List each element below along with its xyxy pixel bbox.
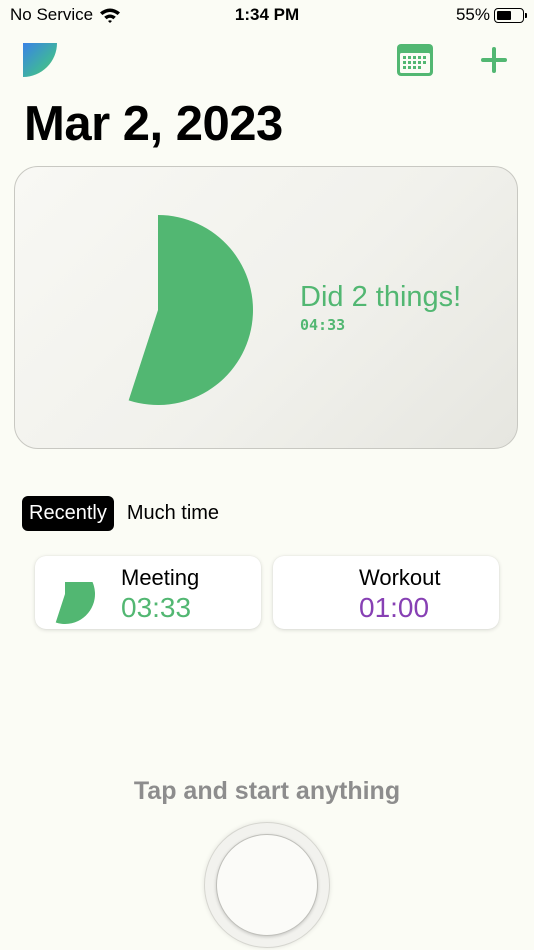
start-button[interactable] <box>204 822 330 948</box>
meeting-pie-icon <box>55 582 95 624</box>
workout-pie-icon <box>291 582 335 626</box>
activity-time: 03:33 <box>121 592 192 623</box>
calendar-icon <box>397 44 433 76</box>
activity-card-workout[interactable]: Workout 01:00 <box>273 556 499 629</box>
icon-slice-meeting <box>55 582 95 624</box>
status-bar: No Service 1:34 PM 55% <box>0 0 534 32</box>
start-button-inner <box>216 834 318 936</box>
status-time: 1:34 PM <box>234 5 300 24</box>
battery-percent: 55% <box>455 5 490 24</box>
tab-bar: Recently Much time <box>22 496 226 531</box>
activity-name: Workout <box>359 565 441 590</box>
pie-slice-meeting <box>128 215 253 405</box>
activity-card-meeting[interactable]: Meeting 03:33 <box>35 556 261 629</box>
calendar-button[interactable] <box>396 43 434 77</box>
tab-recently[interactable]: Recently <box>22 496 114 531</box>
status-right: 55% <box>455 5 527 25</box>
plus-icon <box>481 47 507 73</box>
summary-text: Did 2 things! 04:33 <box>300 281 461 334</box>
activity-name: Meeting <box>121 565 200 590</box>
summary-duration: 04:33 <box>300 316 346 334</box>
app-logo <box>23 43 57 77</box>
battery-tip <box>525 12 527 18</box>
battery-level <box>497 10 511 20</box>
add-button[interactable] <box>476 42 512 78</box>
tab-much-time[interactable]: Much time <box>120 496 226 531</box>
summary-card[interactable]: Did 2 things! 04:33 <box>14 166 518 449</box>
page-title: Mar 2, 2023 <box>24 97 283 151</box>
activity-time: 01:00 <box>359 592 430 623</box>
battery-icon <box>494 7 527 23</box>
summary-headline: Did 2 things! <box>300 281 462 313</box>
start-prompt: Tap and start anything <box>133 777 401 805</box>
